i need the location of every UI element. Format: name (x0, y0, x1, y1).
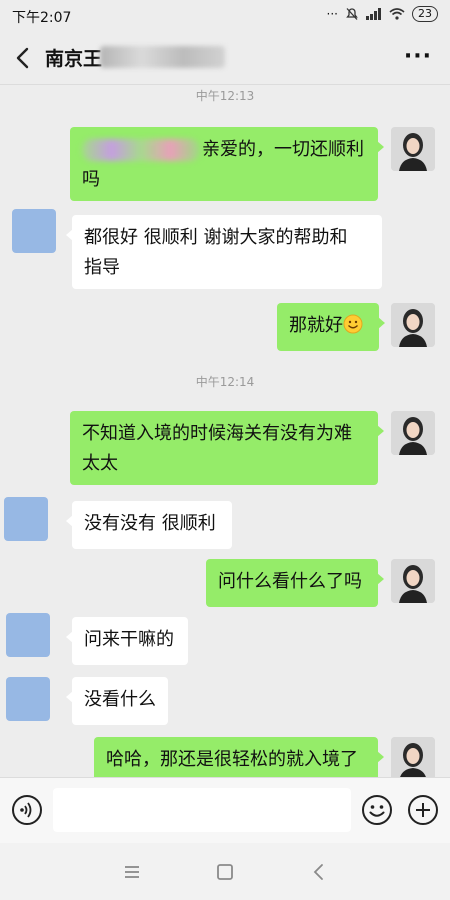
message-text: 哈哈，那还是很轻松的就入境了 (106, 745, 366, 775)
chevron-left-icon[interactable] (10, 44, 36, 72)
back-icon[interactable] (307, 860, 331, 884)
sent-message-bubble[interactable]: 亲爱的，一切还顺利吗 (70, 127, 384, 201)
my-avatar[interactable] (391, 127, 435, 171)
contact-avatar[interactable] (4, 497, 48, 541)
mute-icon (346, 8, 358, 20)
message-text-line: 不知道入境的时候海关有没有为难 (82, 423, 352, 444)
home-icon[interactable] (213, 860, 237, 884)
message-text: 指导 (84, 253, 370, 283)
message-text-line: 哈哈，那还是很轻松的就入境了 (106, 749, 358, 770)
message-text: 那就好 (289, 311, 367, 341)
menu-icon[interactable] (120, 860, 144, 884)
status-time: 下午2:07 (12, 10, 72, 26)
message-input[interactable] (53, 788, 351, 832)
message-text-line: 指导 (84, 257, 120, 278)
message-text: 都很好 很顺利 谢谢大家的帮助和 (84, 223, 370, 253)
message-text-line: 没看什么 (84, 689, 156, 710)
message-text: 吗 (82, 165, 366, 195)
received-message-bubble[interactable]: 没看什么 (66, 677, 168, 725)
message-text-line: 没有没有 很顺利 (84, 513, 216, 534)
dots-indicator: ··· (326, 7, 338, 21)
sent-message-bubble[interactable]: 哈哈，那还是很轻松的就入境了 (94, 737, 384, 777)
message-text: 没看什么 (84, 685, 156, 715)
input-bar (0, 777, 450, 844)
contact-avatar[interactable] (6, 613, 50, 657)
contact-avatar[interactable] (12, 209, 56, 253)
received-message-bubble[interactable]: 都很好 很顺利 谢谢大家的帮助和 指导 (66, 215, 382, 289)
message-text-line: 那就好 (289, 315, 343, 336)
received-message-bubble[interactable]: 没有没有 很顺利 (66, 501, 232, 549)
my-avatar[interactable] (391, 411, 435, 455)
message-text: 亲爱的，一切还顺利 (82, 135, 366, 165)
message-text-line: 问来干嘛的 (84, 629, 174, 650)
chat-title: 南京王 (45, 48, 103, 70)
system-nav-bar (0, 843, 450, 900)
message-text-line: 吗 (82, 169, 100, 190)
message-text-line: 太太 (82, 453, 118, 474)
status-icons: ··· 23 (327, 6, 438, 22)
my-avatar[interactable] (391, 737, 435, 777)
plus-icon[interactable] (407, 794, 439, 826)
my-avatar[interactable] (391, 303, 435, 347)
message-text: 太太 (82, 449, 366, 479)
message-text: 问来干嘛的 (84, 625, 176, 655)
sent-message-bubble[interactable]: 那就好 (277, 303, 385, 351)
my-avatar[interactable] (391, 559, 435, 603)
sent-message-bubble[interactable]: 问什么看什么了吗 (206, 559, 384, 607)
battery-indicator: 23 (412, 6, 438, 22)
chat-header: 南京王 ··· (0, 32, 450, 85)
more-options-button[interactable]: ··· (404, 44, 432, 69)
message-text-line: 亲爱的，一切还顺利 (202, 139, 364, 160)
contact-avatar[interactable] (6, 677, 50, 721)
message-timestamp: 中午12:13 (195, 89, 255, 103)
message-text: 问什么看什么了吗 (218, 567, 366, 597)
sent-message-bubble[interactable]: 不知道入境的时候海关有没有为难 太太 (70, 411, 384, 485)
message-text: 不知道入境的时候海关有没有为难 (82, 419, 366, 449)
voice-icon[interactable] (11, 794, 43, 826)
title-redaction (100, 46, 225, 68)
emoji-icon[interactable] (361, 794, 393, 826)
message-text: 没有没有 很顺利 (84, 509, 220, 539)
message-text-line: 问什么看什么了吗 (218, 571, 362, 592)
smile-emoji-icon (343, 314, 363, 334)
status-bar: 下午2:07 ··· 23 (0, 0, 450, 32)
message-list[interactable]: 中午12:13 亲爱的，一切还顺利吗都很好 很顺利 谢谢大家的帮助和 指导那就好中午… (0, 85, 450, 777)
wifi-icon (389, 8, 405, 20)
message-text-line: 都很好 很顺利 谢谢大家的帮助和 (84, 227, 348, 248)
received-message-bubble[interactable]: 问来干嘛的 (66, 617, 188, 665)
signal-icon (366, 8, 381, 20)
redacted-name (82, 139, 200, 161)
message-timestamp: 中午12:14 (195, 375, 255, 389)
